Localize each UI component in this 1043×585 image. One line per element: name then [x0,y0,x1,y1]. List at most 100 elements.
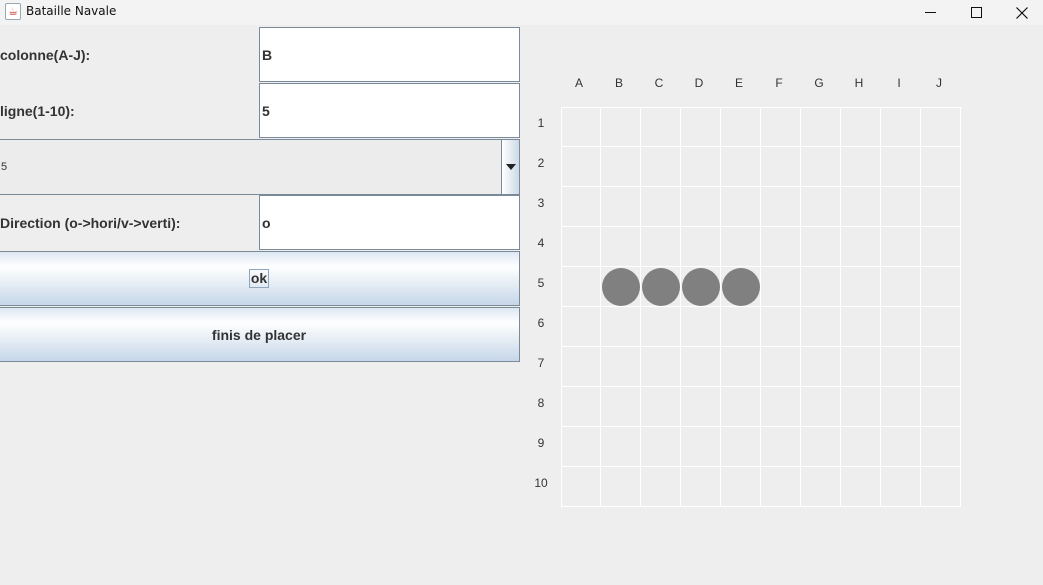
grid-cell-j9[interactable] [921,427,961,467]
grid-cell-f6[interactable] [761,307,801,347]
grid-cell-d10[interactable] [681,467,721,507]
grid-cell-e9[interactable] [721,427,761,467]
grid-cell-a7[interactable] [561,347,601,387]
grid-cell-g10[interactable] [801,467,841,507]
ship-size-select[interactable]: 5 [0,139,520,195]
close-button[interactable] [999,0,1043,25]
grid-cell-c10[interactable] [641,467,681,507]
grid-cell-h8[interactable] [841,387,881,427]
grid-cell-g9[interactable] [801,427,841,467]
grid-cell-c9[interactable] [641,427,681,467]
grid-cell-b7[interactable] [601,347,641,387]
grid-cell-f1[interactable] [761,107,801,147]
grid-cell-h7[interactable] [841,347,881,387]
grid-cell-j5[interactable] [921,267,961,307]
grid-cell-a10[interactable] [561,467,601,507]
grid-cell-e1[interactable] [721,107,761,147]
grid-cell-e7[interactable] [721,347,761,387]
grid-cell-i2[interactable] [881,147,921,187]
grid-cell-c7[interactable] [641,347,681,387]
grid-cell-i8[interactable] [881,387,921,427]
grid-cell-i9[interactable] [881,427,921,467]
grid-cell-e10[interactable] [721,467,761,507]
grid-cell-j4[interactable] [921,227,961,267]
grid-cell-j8[interactable] [921,387,961,427]
grid-cell-a8[interactable] [561,387,601,427]
grid-cell-d8[interactable] [681,387,721,427]
grid-cell-b10[interactable] [601,467,641,507]
grid-cell-a9[interactable] [561,427,601,467]
grid-cell-f9[interactable] [761,427,801,467]
grid-cell-e8[interactable] [721,387,761,427]
grid-cell-e2[interactable] [721,147,761,187]
grid-cell-b1[interactable] [601,107,641,147]
grid-cell-g8[interactable] [801,387,841,427]
grid-cell-d1[interactable] [681,107,721,147]
grid-cell-c1[interactable] [641,107,681,147]
colonne-input[interactable]: B [259,27,520,82]
finish-placing-button[interactable]: finis de placer [0,307,520,362]
grid-cell-f3[interactable] [761,187,801,227]
grid-cell-a5[interactable] [561,267,601,307]
grid-cell-d6[interactable] [681,307,721,347]
grid-cell-a1[interactable] [561,107,601,147]
grid-cell-b6[interactable] [601,307,641,347]
grid-cell-f2[interactable] [761,147,801,187]
grid-cell-c8[interactable] [641,387,681,427]
grid-cell-i3[interactable] [881,187,921,227]
grid-cell-j3[interactable] [921,187,961,227]
grid-cell-i5[interactable] [881,267,921,307]
grid-cell-c4[interactable] [641,227,681,267]
grid-cell-d4[interactable] [681,227,721,267]
grid-cell-h3[interactable] [841,187,881,227]
ligne-input[interactable]: 5 [259,83,520,138]
grid-cell-d9[interactable] [681,427,721,467]
grid-cell-c2[interactable] [641,147,681,187]
grid-cell-d2[interactable] [681,147,721,187]
grid-cell-i6[interactable] [881,307,921,347]
grid-cell-g7[interactable] [801,347,841,387]
grid-cell-g3[interactable] [801,187,841,227]
grid-cell-h6[interactable] [841,307,881,347]
grid-cell-e3[interactable] [721,187,761,227]
ok-button[interactable]: ok [0,251,520,306]
grid-cell-b4[interactable] [601,227,641,267]
grid-cell-c6[interactable] [641,307,681,347]
grid-cell-h4[interactable] [841,227,881,267]
maximize-button[interactable] [953,0,999,25]
grid-cell-g6[interactable] [801,307,841,347]
grid-cell-b2[interactable] [601,147,641,187]
grid-cell-a4[interactable] [561,227,601,267]
grid-cell-h10[interactable] [841,467,881,507]
grid-cell-g5[interactable] [801,267,841,307]
grid-cell-j6[interactable] [921,307,961,347]
grid-cell-j7[interactable] [921,347,961,387]
grid-cell-b9[interactable] [601,427,641,467]
grid-cell-i1[interactable] [881,107,921,147]
grid-cell-g4[interactable] [801,227,841,267]
grid-cell-h9[interactable] [841,427,881,467]
grid-cell-h2[interactable] [841,147,881,187]
grid-cell-f10[interactable] [761,467,801,507]
grid-cell-g1[interactable] [801,107,841,147]
grid-cell-f5[interactable] [761,267,801,307]
grid-cell-e4[interactable] [721,227,761,267]
grid-cell-a3[interactable] [561,187,601,227]
minimize-button[interactable] [907,0,953,25]
grid-cell-h1[interactable] [841,107,881,147]
grid-cell-a2[interactable] [561,147,601,187]
grid-cell-d3[interactable] [681,187,721,227]
grid-cell-b3[interactable] [601,187,641,227]
grid-cell-i10[interactable] [881,467,921,507]
grid-cell-j1[interactable] [921,107,961,147]
grid-cell-i7[interactable] [881,347,921,387]
grid-cell-c3[interactable] [641,187,681,227]
grid-cell-f4[interactable] [761,227,801,267]
grid-cell-d7[interactable] [681,347,721,387]
grid-cell-a6[interactable] [561,307,601,347]
grid-cell-g2[interactable] [801,147,841,187]
grid-cell-b8[interactable] [601,387,641,427]
grid-cell-e6[interactable] [721,307,761,347]
grid-cell-h5[interactable] [841,267,881,307]
grid-cell-j2[interactable] [921,147,961,187]
